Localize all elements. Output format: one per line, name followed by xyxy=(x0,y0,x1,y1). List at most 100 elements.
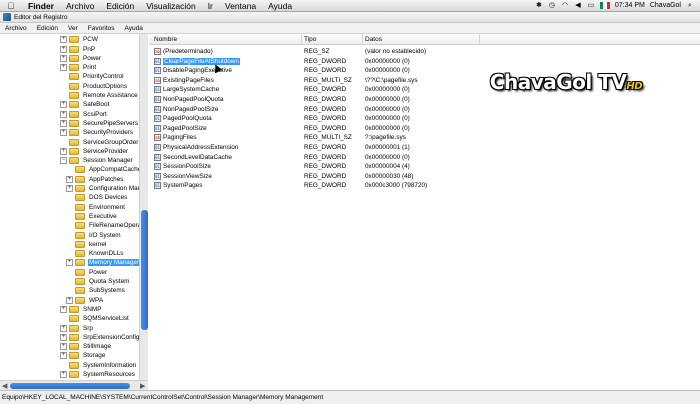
expand-icon[interactable]: + xyxy=(60,129,67,137)
tree-item[interactable]: + Storage xyxy=(60,351,106,361)
expand-icon[interactable]: + xyxy=(60,305,67,313)
tree-item[interactable]: + PCW xyxy=(60,35,99,45)
time-machine-icon[interactable]: ◷ xyxy=(548,2,556,10)
spotlight-icon[interactable]: ⌕ xyxy=(686,2,694,10)
tree-item[interactable]: SystemInformation xyxy=(60,361,137,371)
menu-finder[interactable]: Finder xyxy=(22,1,60,11)
tree-item[interactable]: + WPA xyxy=(66,295,104,305)
expand-icon[interactable]: + xyxy=(60,333,67,341)
value-row[interactable]: 01 SessionPoolSize REG_DWORD 0x00000004 (4) xyxy=(149,162,700,172)
tree-item[interactable]: + SystemResources xyxy=(60,370,136,380)
app-menu-archivo[interactable]: Archivo xyxy=(0,25,32,32)
tree-item[interactable]: Executive xyxy=(66,212,118,222)
tree-item[interactable]: + Configuration Manag xyxy=(66,184,147,194)
menu-edicion[interactable]: Edición xyxy=(100,1,140,11)
tree-item[interactable]: AppCompatCache xyxy=(66,165,142,175)
tree-item[interactable]: + SafeBoot xyxy=(60,100,110,110)
tree-item[interactable]: PriorityControl xyxy=(60,72,125,82)
app-menu-ayuda[interactable]: Ayuda xyxy=(120,25,148,32)
expand-icon[interactable]: + xyxy=(60,45,67,53)
expand-icon[interactable]: + xyxy=(60,54,67,62)
menu-visualizacion[interactable]: Visualización xyxy=(140,1,201,11)
menu-ventana[interactable]: Ventana xyxy=(219,1,262,11)
tree-item[interactable]: ProductOptions xyxy=(60,82,128,92)
tree-item[interactable]: + SecurityProviders xyxy=(60,128,134,138)
tree-item[interactable]: + Print xyxy=(60,63,97,73)
value-row[interactable]: ab (Predeterminado) REG_SZ (valor no establ… xyxy=(149,47,700,57)
tree-horizontal-scrollbar[interactable]: ◀ ▶ xyxy=(0,380,148,390)
value-row[interactable]: 01 SessionViewSize REG_DWORD 0x00000030 (48… xyxy=(149,172,700,182)
tree-item[interactable]: Power xyxy=(66,268,108,278)
tree-item[interactable]: + ServiceProvider xyxy=(60,147,129,157)
collapse-icon[interactable]: − xyxy=(60,157,67,165)
expand-icon[interactable]: + xyxy=(66,185,73,193)
expand-icon[interactable]: + xyxy=(60,101,67,109)
wifi-icon[interactable]: ◠ xyxy=(561,2,569,10)
value-row[interactable]: 01 ClearPageFileAtShutdown REG_DWORD 0x0000… xyxy=(149,57,700,67)
expand-icon[interactable]: + xyxy=(60,119,67,127)
tree-item[interactable]: + StillImage xyxy=(60,342,112,352)
expand-icon[interactable]: + xyxy=(66,175,73,183)
value-row[interactable]: 01 PagedPoolSize REG_DWORD 0x00000000 (0) xyxy=(149,124,700,134)
value-row[interactable]: 01 PagedPoolQuota REG_DWORD 0x00000000 (0) xyxy=(149,114,700,124)
tree-item[interactable]: + SrpExtensionConfig xyxy=(60,333,140,343)
tree-item[interactable]: − Session Manager xyxy=(60,156,134,166)
menubar-user[interactable]: ChavaGol xyxy=(650,2,681,9)
bluetooth-icon[interactable]: ✱ xyxy=(535,2,543,10)
tree-item[interactable]: + AppPatches xyxy=(66,175,124,185)
tree-item[interactable]: SubSystems xyxy=(66,286,126,296)
value-row[interactable]: ab PagingFiles REG_MULTI_SZ ?:\pagefile.sys xyxy=(149,133,700,143)
scroll-left-arrow-icon[interactable]: ◀ xyxy=(2,382,7,390)
tree-item[interactable]: + PnP xyxy=(60,44,96,54)
tree-item[interactable]: KnownDLLs xyxy=(66,249,124,259)
expand-icon[interactable]: + xyxy=(60,110,67,118)
expand-icon[interactable]: + xyxy=(60,64,67,72)
value-row[interactable]: 01 PhysicalAddressExtension REG_DWORD 0x000… xyxy=(149,143,700,153)
expand-icon[interactable]: + xyxy=(60,324,67,332)
tree-item[interactable]: + SNMP xyxy=(60,305,102,315)
menubar-clock[interactable]: 07:34 PM xyxy=(615,2,645,9)
expand-icon[interactable]: + xyxy=(60,147,67,155)
tree-horizontal-scroll-thumb[interactable] xyxy=(10,383,130,389)
value-row[interactable]: 01 SecondLevelDataCache REG_DWORD 0x0000000… xyxy=(149,153,700,163)
app-menu-favoritos[interactable]: Favoritos xyxy=(83,25,120,32)
tree-item[interactable]: + Srp xyxy=(60,323,94,333)
value-row[interactable]: 01 NonPagedPoolSize REG_DWORD 0x00000000 (0… xyxy=(149,105,700,115)
expand-icon[interactable]: + xyxy=(60,343,67,351)
app-menu-ver[interactable]: Ver xyxy=(63,25,83,32)
value-row[interactable]: 01 NonPagedPoolQuota REG_DWORD 0x00000000 (… xyxy=(149,95,700,105)
battery-icon[interactable]: ▭ xyxy=(587,2,595,10)
tree-item[interactable]: SQMServiceList xyxy=(60,314,130,324)
expand-icon[interactable]: + xyxy=(60,36,67,44)
language-flag-icon[interactable] xyxy=(599,2,610,9)
expand-icon[interactable]: + xyxy=(60,371,67,379)
menu-ir[interactable]: Ir xyxy=(202,1,219,11)
column-header-data[interactable]: Datos xyxy=(365,36,382,43)
tree-item[interactable]: + Power xyxy=(60,54,102,64)
tree-item[interactable]: + SecurePipeServers xyxy=(60,119,139,129)
tree-item[interactable]: DOS Devices xyxy=(66,193,128,203)
tree-item[interactable]: + Memory Managemen xyxy=(66,258,147,268)
expand-icon[interactable]: + xyxy=(60,352,67,360)
tree-vertical-scrollbar[interactable] xyxy=(139,34,148,380)
tree-item[interactable]: Environment xyxy=(66,202,126,212)
tree-item[interactable]: + ScsiPort xyxy=(60,109,108,119)
tree-item[interactable]: Quota System xyxy=(66,277,131,287)
tree-vertical-scroll-thumb[interactable] xyxy=(141,210,148,330)
expand-icon[interactable]: + xyxy=(66,259,73,267)
tree-item[interactable]: I/O System xyxy=(66,230,122,240)
expand-icon[interactable]: + xyxy=(66,296,73,304)
value-row[interactable]: 01 SystemPages REG_DWORD 0x000c3000 (798720… xyxy=(149,181,700,191)
menu-archivo[interactable]: Archivo xyxy=(60,1,100,11)
tree-item[interactable]: kernel xyxy=(66,240,107,250)
column-header-name[interactable]: Nombre xyxy=(154,36,177,43)
tree-item[interactable]: FileRenameOperation xyxy=(66,221,147,231)
column-header-type[interactable]: Tipo xyxy=(304,36,316,43)
volume-icon[interactable]: ◀ xyxy=(574,2,582,10)
app-menu-edicion[interactable]: Edición xyxy=(32,25,63,32)
scroll-right-arrow-icon[interactable]: ▶ xyxy=(140,382,145,390)
tree-item[interactable]: ServiceGroupOrder xyxy=(60,137,139,147)
menu-ayuda[interactable]: Ayuda xyxy=(262,1,298,11)
tree-item[interactable]: Remote Assistance xyxy=(60,91,139,101)
apple-icon[interactable]:  xyxy=(0,1,22,11)
